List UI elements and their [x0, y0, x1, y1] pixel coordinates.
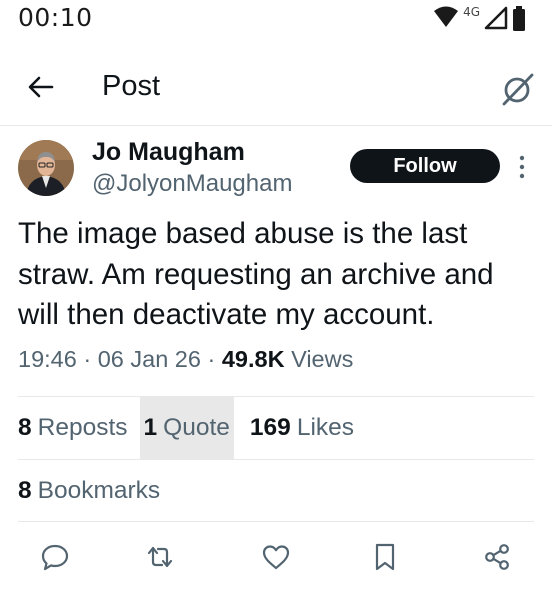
page-title: Post [102, 70, 161, 102]
likes-stat[interactable]: 169 Likes [250, 397, 354, 459]
reposts-count: 8 [18, 414, 32, 441]
repost-icon[interactable] [145, 542, 175, 572]
reposts-stat[interactable]: 8 Reposts [18, 397, 128, 459]
post-meta: 19:46 · 06 Jan 26 · 49.8K Views [18, 346, 353, 373]
post-date: 06 Jan 26 [97, 346, 201, 372]
back-arrow-icon[interactable] [26, 72, 56, 102]
share-icon[interactable] [482, 542, 512, 572]
battery-icon [513, 6, 525, 31]
post-time: 19:46 [18, 346, 77, 372]
meta-separator: · [200, 346, 222, 372]
quotes-label: Quote [163, 414, 230, 441]
likes-label: Likes [296, 414, 355, 441]
status-bar-time: 00:10 [18, 3, 93, 32]
header-divider [0, 125, 552, 126]
bookmarks-count: 8 [18, 477, 32, 504]
reply-icon[interactable] [40, 542, 70, 572]
bookmarks-stat[interactable]: 8 Bookmarks [18, 461, 160, 521]
author-display-name[interactable]: Jo Maugham [92, 138, 245, 167]
network-type-label: 4G [463, 5, 480, 19]
post-text: The image based abuse is the last straw.… [18, 217, 494, 331]
likes-count: 169 [249, 414, 291, 441]
divider [18, 521, 534, 522]
quotes-stat[interactable]: 1 Quote [139, 397, 234, 459]
wifi-icon [434, 6, 459, 27]
quotes-count: 1 [143, 414, 158, 441]
status-bar-icons: 4G [433, 5, 526, 31]
like-icon[interactable] [261, 542, 291, 572]
grok-icon[interactable] [500, 71, 536, 107]
reposts-label: Reposts [37, 414, 128, 441]
bookmarks-label: Bookmarks [37, 477, 161, 504]
divider [18, 459, 534, 460]
engagement-stats: 8 Reposts 1 Quote 169 Likes [18, 397, 354, 459]
bookmark-icon[interactable] [370, 542, 400, 572]
meta-separator: · [76, 346, 98, 372]
avatar[interactable] [18, 140, 74, 196]
follow-button[interactable]: Follow [350, 149, 500, 183]
signal-icon [484, 6, 508, 30]
author-handle[interactable]: @JolyonMaugham [92, 170, 292, 198]
views-count[interactable]: 49.8K [222, 346, 285, 372]
views-label[interactable]: Views [291, 346, 353, 372]
more-options-icon[interactable] [514, 152, 530, 182]
